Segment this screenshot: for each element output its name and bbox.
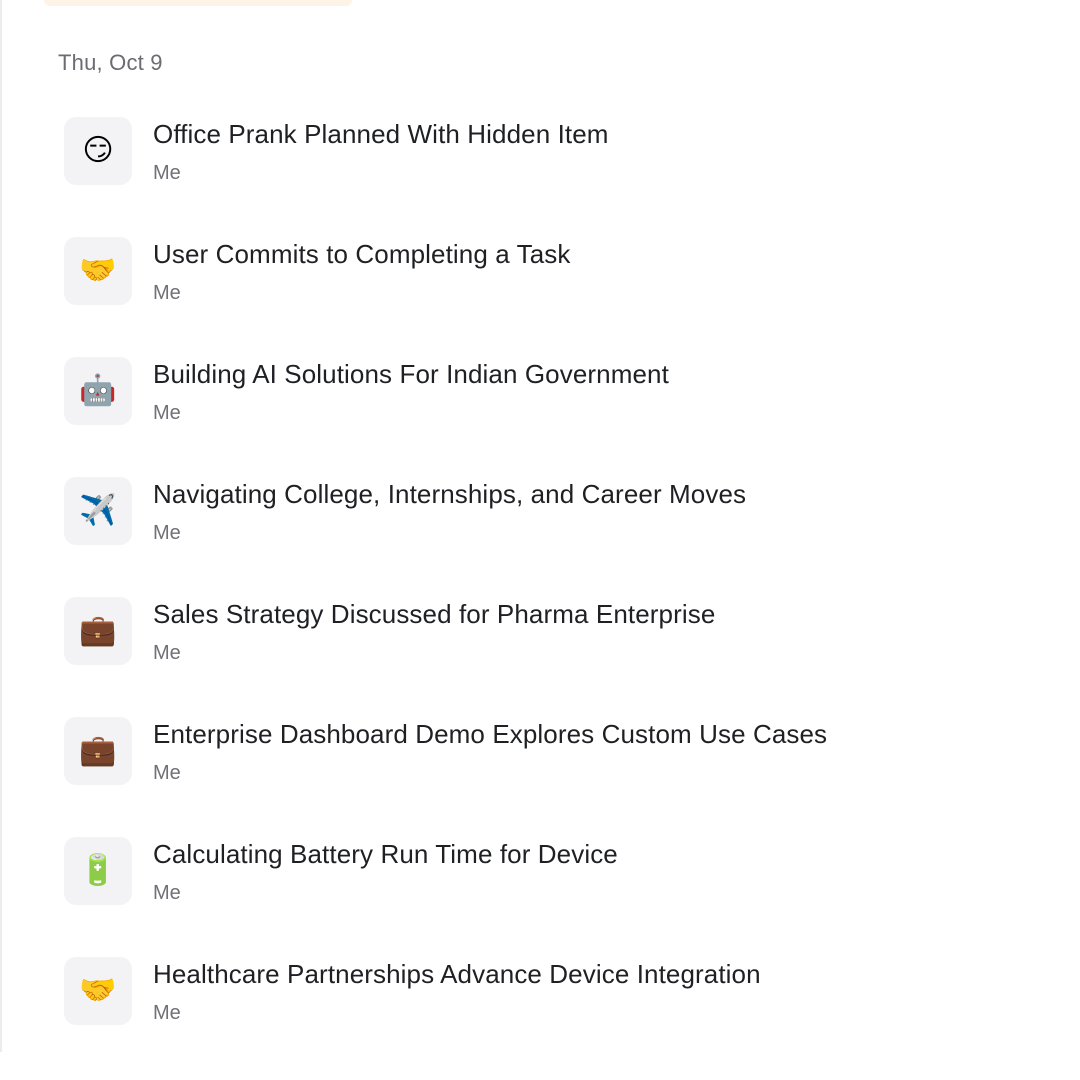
conversation-item[interactable]: 🤖 Building AI Solutions For Indian Gover… xyxy=(64,357,1044,477)
conversation-item[interactable]: ✈️ Navigating College, Internships, and … xyxy=(64,477,1044,597)
panel-divider xyxy=(0,0,2,1052)
conversation-title: User Commits to Completing a Task xyxy=(153,239,571,269)
selected-item-highlight[interactable] xyxy=(44,0,352,6)
briefcase-icon: 💼 xyxy=(64,597,132,665)
conversation-title: Calculating Battery Run Time for Device xyxy=(153,839,618,869)
conversation-item[interactable]: 🤝 Healthcare Partnerships Advance Device… xyxy=(64,957,1044,1077)
conversation-title: Sales Strategy Discussed for Pharma Ente… xyxy=(153,599,716,629)
conversation-item[interactable]: 💼 Sales Strategy Discussed for Pharma En… xyxy=(64,597,1044,717)
smirking-face-icon: 😏 xyxy=(64,117,132,185)
conversation-author: Me xyxy=(153,402,181,424)
conversation-item[interactable]: 🤝 User Commits to Completing a Task Me xyxy=(64,237,1044,357)
conversation-list: 😏 Office Prank Planned With Hidden Item … xyxy=(64,117,1044,1077)
conversation-author: Me xyxy=(153,642,181,664)
conversation-title: Healthcare Partnerships Advance Device I… xyxy=(153,959,761,989)
conversation-item[interactable]: 💼 Enterprise Dashboard Demo Explores Cus… xyxy=(64,717,1044,837)
handshake-icon: 🤝 xyxy=(64,237,132,305)
robot-icon: 🤖 xyxy=(64,357,132,425)
conversation-item[interactable]: 😏 Office Prank Planned With Hidden Item … xyxy=(64,117,1044,237)
conversation-title: Navigating College, Internships, and Car… xyxy=(153,479,747,509)
conversation-author: Me xyxy=(153,882,181,904)
conversation-author: Me xyxy=(153,1002,181,1024)
handshake-icon: 🤝 xyxy=(64,957,132,1025)
conversation-history-panel: Thu, Oct 9 😏 Office Prank Planned With H… xyxy=(0,0,1080,1080)
conversation-title: Building AI Solutions For Indian Governm… xyxy=(153,359,669,389)
briefcase-icon: 💼 xyxy=(64,717,132,785)
conversation-item[interactable]: 🔋 Calculating Battery Run Time for Devic… xyxy=(64,837,1044,957)
airplane-icon: ✈️ xyxy=(64,477,132,545)
conversation-author: Me xyxy=(153,162,181,184)
conversation-author: Me xyxy=(153,282,181,304)
conversation-title: Enterprise Dashboard Demo Explores Custo… xyxy=(153,719,828,749)
battery-icon: 🔋 xyxy=(64,837,132,905)
date-group-header: Thu, Oct 9 xyxy=(58,50,163,75)
conversation-author: Me xyxy=(153,762,181,784)
conversation-author: Me xyxy=(153,522,181,544)
conversation-title: Office Prank Planned With Hidden Item xyxy=(153,119,609,149)
